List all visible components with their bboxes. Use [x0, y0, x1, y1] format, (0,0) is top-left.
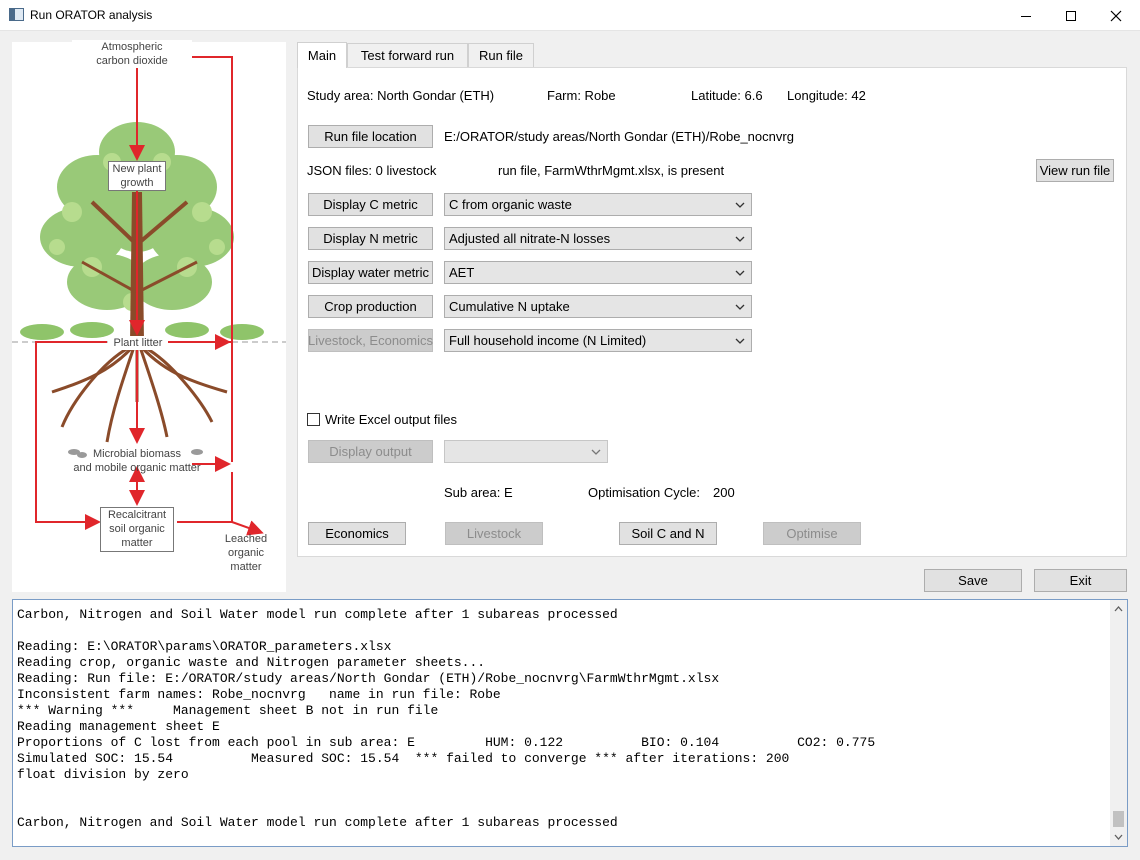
livestock-economics-value: Full household income (N Limited) [449, 333, 647, 348]
tab-run-file[interactable]: Run file [468, 43, 534, 67]
plant-litter-label: Plant litter [108, 336, 168, 350]
crop-production-button[interactable]: Crop production [308, 295, 433, 318]
farm-label: Farm: Robe [547, 88, 616, 103]
write-excel-label: Write Excel output files [325, 412, 457, 427]
log-text: Carbon, Nitrogen and Soil Water model ru… [17, 607, 876, 830]
run-file-status: run file, FarmWthrMgmt.xlsx, is present [498, 163, 725, 178]
livestock-economics-select[interactable]: Full household income (N Limited) [444, 329, 752, 352]
tab-main[interactable]: Main [297, 42, 347, 68]
study-area-label: Study area: North Gondar (ETH) [307, 88, 495, 103]
chevron-down-icon [735, 304, 745, 310]
optimisation-cycle-value: 200 [713, 485, 735, 500]
sub-area-label: Sub area: E [444, 485, 513, 500]
display-n-metric-button[interactable]: Display N metric [308, 227, 433, 250]
run-file-location-button[interactable]: Run file location [308, 125, 433, 148]
recalcitrant-som-label: Recalcitrant soil organic matter [100, 507, 174, 552]
atmospheric-co2-label: Atmospheric carbon dioxide [72, 40, 192, 68]
chevron-down-icon [735, 338, 745, 344]
c-metric-value: C from organic waste [449, 197, 572, 212]
latitude-label: Latitude: 6.6 [691, 88, 763, 103]
window-title: Run ORATOR analysis [30, 8, 153, 22]
carbon-cycle-diagram: Atmospheric carbon dioxide New plant growt… [12, 40, 286, 592]
crop-production-value: Cumulative N uptake [449, 299, 570, 314]
chevron-down-icon [735, 236, 745, 242]
close-button[interactable] [1093, 0, 1139, 31]
leached-om-label: Leached organic matter [224, 533, 268, 573]
soil-c-and-n-button[interactable]: Soil C and N [619, 522, 717, 545]
n-metric-value: Adjusted all nitrate-N losses [449, 231, 611, 246]
display-c-metric-button[interactable]: Display C metric [308, 193, 433, 216]
longitude-label: Longitude: 42 [787, 88, 866, 103]
livestock-economics-button[interactable]: Livestock, Economics [308, 329, 433, 352]
run-file-path: E:/ORATOR/study areas/North Gondar (ETH)… [444, 129, 794, 144]
n-metric-select[interactable]: Adjusted all nitrate-N losses [444, 227, 752, 250]
chevron-down-icon [735, 202, 745, 208]
log-scrollbar[interactable] [1110, 600, 1127, 846]
optimisation-cycle-label: Optimisation Cycle: [588, 485, 700, 500]
title-bar: Run ORATOR analysis [0, 0, 1140, 31]
display-water-metric-button[interactable]: Display water metric [308, 261, 433, 284]
crop-production-select[interactable]: Cumulative N uptake [444, 295, 752, 318]
close-icon [1110, 10, 1122, 21]
chevron-down-icon [591, 449, 601, 455]
app-icon [9, 8, 24, 21]
livestock-button[interactable]: Livestock [445, 522, 543, 545]
tab-test-forward-run[interactable]: Test forward run [347, 43, 468, 67]
display-output-select[interactable] [444, 440, 608, 463]
save-button[interactable]: Save [924, 569, 1022, 592]
maximize-icon [1066, 10, 1076, 21]
view-run-file-button[interactable]: View run file [1036, 159, 1114, 182]
economics-button[interactable]: Economics [308, 522, 406, 545]
log-output[interactable]: Carbon, Nitrogen and Soil Water model ru… [12, 599, 1128, 847]
water-metric-select[interactable]: AET [444, 261, 752, 284]
write-excel-checkbox[interactable] [307, 413, 320, 426]
scroll-down-icon[interactable] [1110, 830, 1127, 844]
maximize-button[interactable] [1048, 0, 1094, 31]
optimise-button[interactable]: Optimise [763, 522, 861, 545]
new-growth-label: New plant growth [108, 161, 166, 191]
minimize-button[interactable] [1003, 0, 1049, 31]
scrollbar-thumb[interactable] [1113, 811, 1124, 827]
chevron-down-icon [735, 270, 745, 276]
water-metric-value: AET [449, 265, 475, 280]
exit-button[interactable]: Exit [1034, 569, 1127, 592]
json-files-label: JSON files: 0 livestock [307, 163, 437, 178]
minimize-icon [1021, 15, 1031, 17]
c-metric-select[interactable]: C from organic waste [444, 193, 752, 216]
scroll-up-icon[interactable] [1110, 602, 1127, 616]
microbial-biomass-label: Microbial biomass and mobile organic matt… [73, 448, 201, 474]
display-output-button[interactable]: Display output [308, 440, 433, 463]
